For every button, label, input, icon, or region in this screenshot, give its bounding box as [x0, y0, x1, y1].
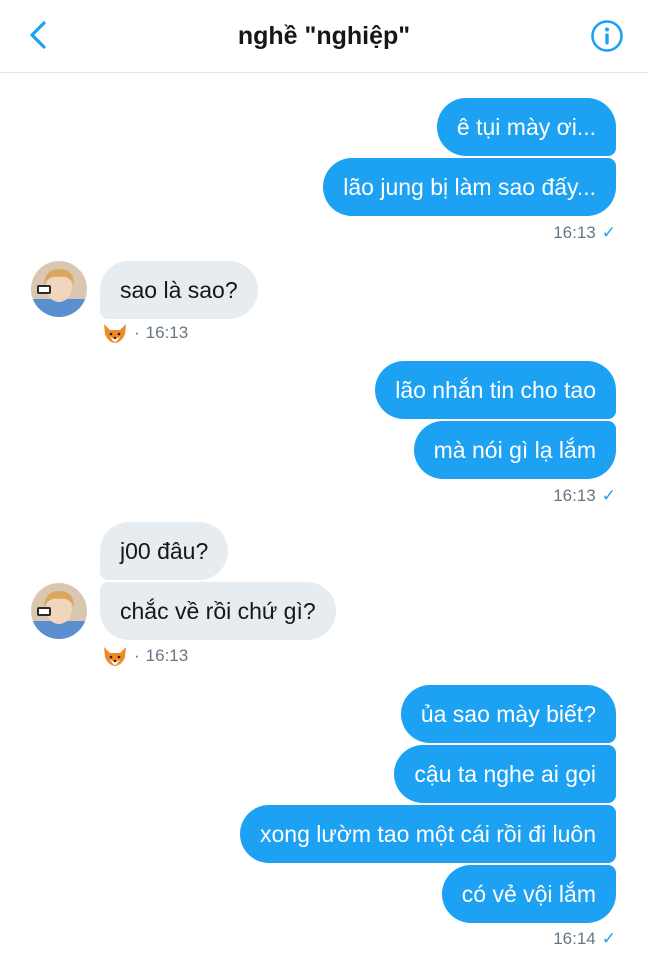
message-timestamp: 16:13: [145, 323, 189, 342]
message-bubble-outgoing[interactable]: lão jung bị làm sao đấy...: [323, 158, 616, 216]
message-bubble-outgoing[interactable]: lão nhắn tin cho tao: [375, 361, 616, 419]
fox-icon: [104, 647, 126, 666]
message-meta: · 16:13: [102, 645, 188, 667]
info-icon[interactable]: [590, 19, 624, 53]
conversation-title: nghề "nghiệp": [237, 22, 411, 50]
read-check-icon: ✓: [601, 223, 616, 242]
message-timestamp: 16:13: [553, 223, 596, 242]
message-bubble-outgoing[interactable]: mà nói gì lạ lắm: [413, 421, 616, 479]
avatar[interactable]: [31, 583, 87, 639]
avatar[interactable]: [31, 261, 87, 317]
separator-dot: ·: [134, 323, 140, 342]
message-meta: 16:14 ✓: [553, 929, 616, 949]
conversation-header: nghề "nghiệp": [0, 0, 648, 73]
message-bubble-incoming[interactable]: j00 đâu?: [100, 522, 229, 580]
message-timestamp: 16:13: [553, 486, 596, 505]
message-meta: · 16:13: [102, 322, 188, 344]
message-bubble-outgoing[interactable]: ê tụi mày ơi...: [436, 98, 616, 156]
message-bubble-incoming[interactable]: chắc về rồi chứ gì?: [100, 582, 336, 640]
message-bubble-outgoing[interactable]: ủa sao mày biết?: [400, 685, 616, 743]
message-meta: 16:13 ✓: [553, 486, 616, 506]
read-check-icon: ✓: [601, 486, 616, 505]
read-check-icon: ✓: [601, 929, 616, 948]
message-timestamp: 16:13: [145, 646, 189, 665]
message-meta: 16:13 ✓: [553, 223, 616, 243]
message-bubble-incoming[interactable]: sao là sao?: [100, 261, 258, 319]
message-bubble-outgoing[interactable]: có vẻ vội lắm: [441, 865, 616, 923]
message-bubble-outgoing[interactable]: xong lườm tao một cái rồi đi luôn: [239, 805, 616, 863]
message-bubble-outgoing[interactable]: cậu ta nghe ai gọi: [394, 745, 616, 803]
separator-dot: ·: [134, 646, 140, 665]
message-timestamp: 16:14: [553, 929, 596, 948]
fox-icon: [104, 324, 126, 343]
